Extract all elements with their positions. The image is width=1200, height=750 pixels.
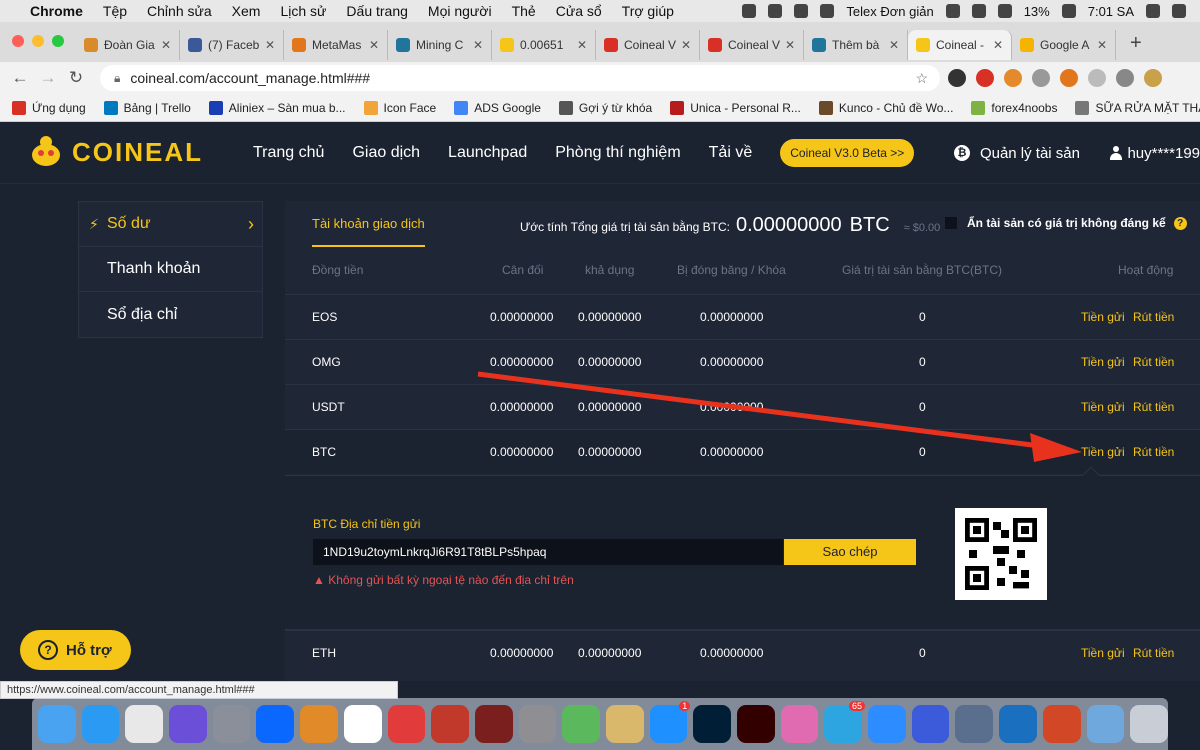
app-stripes-icon[interactable] — [431, 705, 469, 743]
siri-icon[interactable] — [169, 705, 207, 743]
illustrator-icon[interactable] — [737, 705, 775, 743]
trash-icon[interactable] — [1130, 705, 1168, 743]
zoom-icon[interactable] — [868, 705, 906, 743]
app-red-icon[interactable] — [387, 705, 426, 743]
macos-dock: 1 65 — [32, 698, 1168, 750]
photos-icon[interactable] — [955, 705, 994, 743]
arrow-head — [1030, 433, 1082, 462]
maps-icon[interactable] — [562, 705, 600, 743]
atom-icon[interactable] — [911, 705, 950, 743]
preview-icon[interactable] — [605, 705, 644, 743]
calendar-icon[interactable] — [343, 705, 382, 743]
folder-pink-icon[interactable] — [780, 705, 819, 743]
arrow-shaft — [477, 371, 1041, 449]
photo-booth-icon[interactable] — [474, 705, 513, 743]
launchpad-icon[interactable] — [212, 705, 251, 743]
dock-badge: 1 — [679, 701, 691, 711]
finder-icon[interactable] — [38, 705, 76, 743]
safari-icon[interactable] — [81, 705, 120, 743]
zalo-icon[interactable] — [256, 705, 295, 743]
powerpoint-icon[interactable] — [1042, 705, 1081, 743]
calculator-icon[interactable] — [300, 705, 338, 743]
photoshop-icon[interactable] — [693, 705, 731, 743]
chrome-icon[interactable] — [125, 705, 164, 743]
system-preferences-icon[interactable] — [518, 705, 557, 743]
folder-icon[interactable] — [1086, 705, 1125, 743]
annotation-arrow — [477, 371, 1082, 462]
telegram-icon[interactable]: 65 — [824, 701, 866, 743]
dock-badge: 65 — [849, 701, 866, 711]
app-store-icon[interactable]: 1 — [649, 701, 691, 743]
quicktime-icon[interactable] — [999, 705, 1037, 743]
